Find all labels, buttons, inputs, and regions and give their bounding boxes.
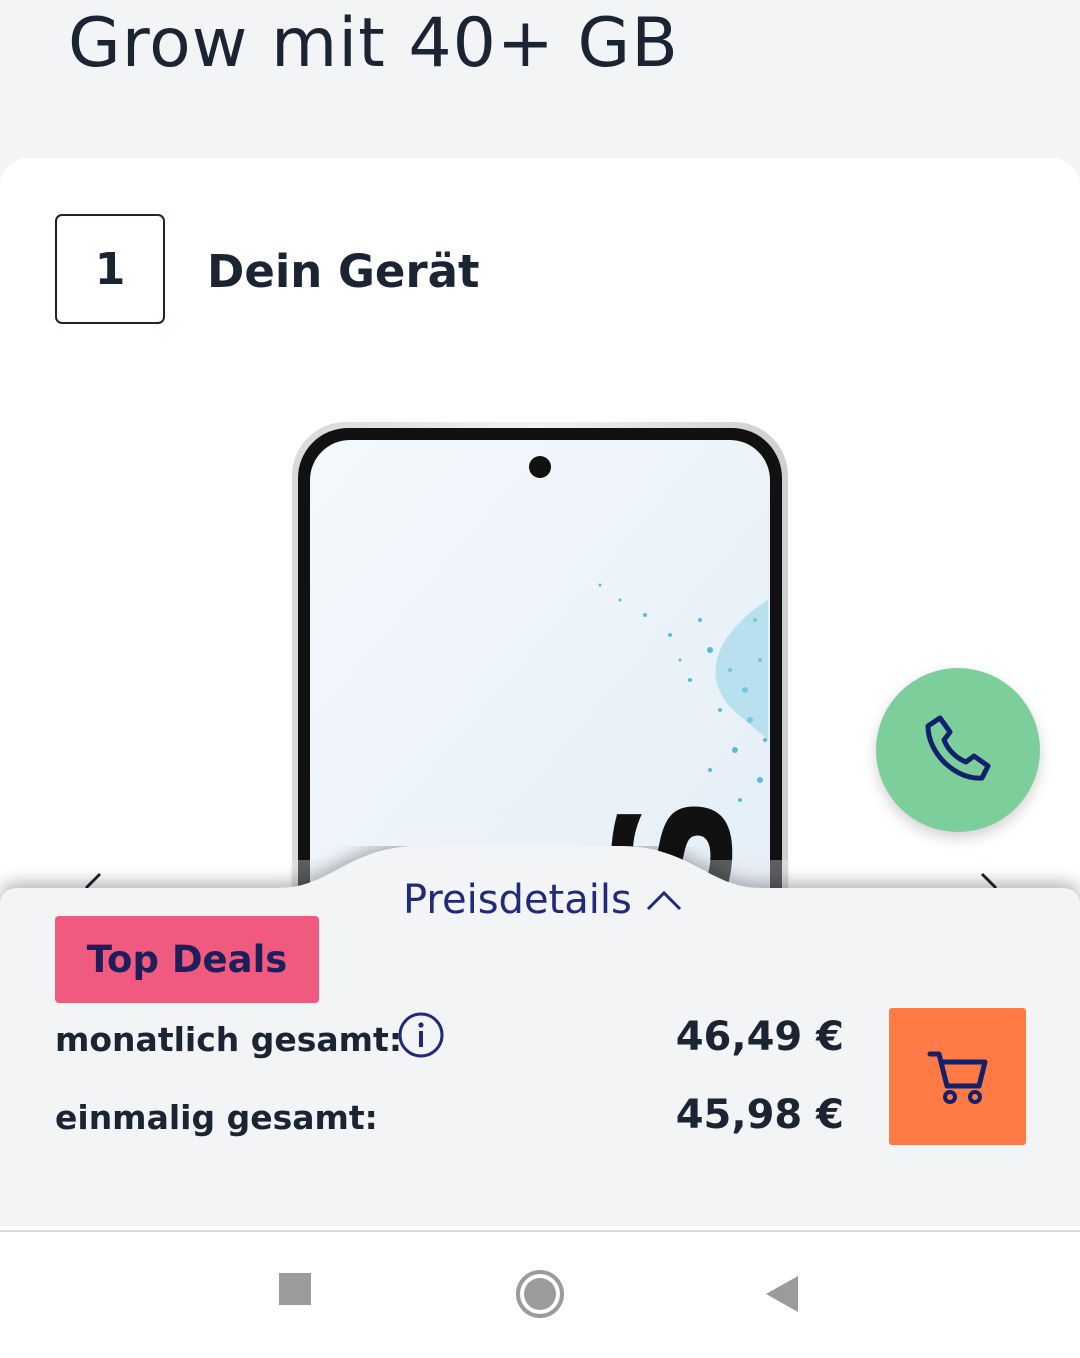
step-number-box: 1	[55, 214, 165, 324]
one-time-total-value: 45,98 €	[675, 1092, 844, 1138]
step-title: Dein Gerät	[207, 245, 480, 298]
price-details-label: Preisdetails	[403, 877, 632, 923]
monthly-total-value: 46,49 €	[675, 1014, 844, 1060]
one-time-total-label: einmalig gesamt:	[55, 1098, 378, 1137]
chevron-right-icon[interactable]	[970, 870, 1010, 900]
page: Grow mit 40+ GB 1 Dein Gerät S Preisdeta…	[0, 0, 1080, 1358]
chevron-up-icon	[646, 890, 681, 911]
top-deals-badge: Top Deals	[55, 916, 319, 1003]
monthly-total-label: monatlich gesamt:	[55, 1020, 403, 1059]
home-circle-icon[interactable]	[514, 1268, 566, 1320]
phone-icon	[925, 715, 991, 781]
device-image[interactable]: S	[290, 420, 790, 940]
recents-square-icon[interactable]	[278, 1272, 312, 1306]
system-navigation-bar	[0, 1230, 1080, 1358]
call-button[interactable]	[876, 668, 1040, 832]
page-title: Grow mit 40+ GB	[68, 4, 679, 83]
price-details-toggle[interactable]: Preisdetails	[403, 874, 684, 926]
chevron-left-icon[interactable]	[78, 870, 118, 900]
back-triangle-icon[interactable]	[764, 1274, 800, 1314]
add-to-cart-button[interactable]	[889, 1008, 1026, 1145]
cart-icon	[927, 1051, 987, 1104]
info-icon[interactable]	[398, 1012, 444, 1058]
